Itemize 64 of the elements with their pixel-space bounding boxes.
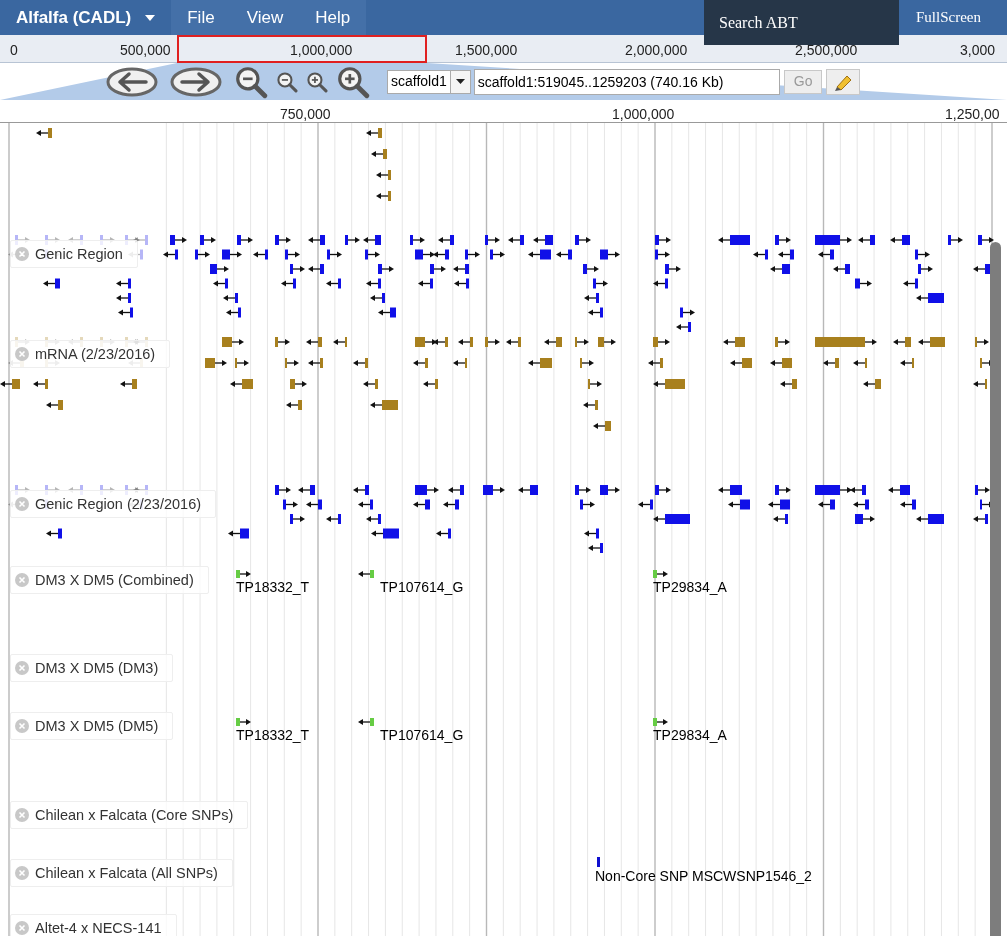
caret-icon	[145, 14, 156, 21]
feature-label: TP107614_G	[380, 578, 464, 596]
feature-label: TP18332_T	[236, 726, 310, 744]
track-label[interactable]: mRNA (2/23/2016)	[10, 340, 171, 368]
ruler-tick-label: 500,000	[120, 41, 171, 60]
menu-item[interactable]: File	[171, 0, 231, 35]
close-icon[interactable]	[15, 719, 29, 733]
highlight-button[interactable]	[826, 68, 861, 95]
ruler-tick-label: 1,250,00	[945, 105, 1000, 124]
zoom-in-icon[interactable]	[336, 64, 370, 99]
ruler-tick-label: 1,500,000	[455, 41, 518, 60]
close-icon[interactable]	[15, 347, 29, 361]
ruler-tick-label: 750,000	[280, 105, 331, 124]
zoom-out-icon[interactable]	[276, 70, 298, 93]
track-name: Genic Region	[35, 245, 123, 264]
track-label[interactable]: DM3 X DM5 (Combined)	[10, 566, 209, 594]
close-icon[interactable]	[15, 573, 29, 587]
close-icon[interactable]	[15, 866, 29, 880]
feature-label: Non-Core SNP MSCWSNP1546_2	[595, 867, 812, 885]
pan-left-button[interactable]	[106, 66, 158, 97]
ruler-tick-label: 1,000,000	[612, 105, 675, 124]
ruler-tick-label: 1,000,000	[290, 41, 353, 60]
track-name: DM3 X DM5 (Combined)	[35, 571, 194, 590]
feature-label: TP29834_A	[653, 726, 727, 744]
scrollbar[interactable]	[990, 242, 1001, 936]
ruler-tick-label: 3,000	[960, 41, 996, 60]
close-icon[interactable]	[15, 661, 29, 675]
zoom-out-icon[interactable]	[234, 64, 268, 99]
search-popup-label: Search ABT	[719, 12, 798, 33]
track-label[interactable]: DM3 X DM5 (DM5)	[10, 712, 174, 740]
track-name: mRNA (2/23/2016)	[35, 345, 156, 364]
track-label[interactable]: Chilean x Falcata (All SNPs)	[10, 859, 233, 887]
reverse-marker-icon	[358, 570, 376, 578]
pan-right-button[interactable]	[170, 66, 222, 97]
menu-item[interactable]: View	[230, 0, 300, 35]
track-name: DM3 X DM5 (DM3)	[35, 659, 159, 678]
ruler-tick-label: 0	[10, 41, 18, 60]
track-name: Chilean x Falcata (Core SNPs)	[35, 806, 234, 825]
reference-select[interactable]: scaffold1	[387, 69, 471, 94]
search-popup[interactable]: Search ABT	[704, 0, 899, 45]
caret-icon	[455, 79, 465, 84]
track-name: Genic Region (2/23/2016)	[35, 495, 202, 514]
track-label[interactable]: Chilean x Falcata (Core SNPs)	[10, 801, 249, 829]
close-icon[interactable]	[15, 921, 29, 935]
track-label[interactable]: Genic Region	[10, 240, 138, 268]
ruler-tick-label: 2,000,000	[625, 41, 688, 60]
close-icon[interactable]	[15, 497, 29, 511]
feature-label: TP107614_G	[380, 726, 464, 744]
zoom-in-icon[interactable]	[306, 70, 328, 93]
reverse-marker-icon	[358, 718, 376, 726]
snp-marker-icon	[597, 857, 600, 867]
track-label[interactable]: Altet-4 x NECS-141	[10, 914, 177, 936]
track-label[interactable]: Genic Region (2/23/2016)	[10, 490, 217, 518]
menu-item[interactable]: Help	[299, 0, 367, 35]
close-icon[interactable]	[15, 247, 29, 261]
location-field[interactable]: scaffold1:519045..1259203 (740.16 Kb)	[473, 68, 780, 95]
track-name: Altet-4 x NECS-141	[35, 919, 162, 936]
track-name: Chilean x Falcata (All SNPs)	[35, 864, 218, 883]
track-label[interactable]: DM3 X DM5 (DM3)	[10, 654, 174, 682]
close-icon[interactable]	[15, 808, 29, 822]
track-name: DM3 X DM5 (DM5)	[35, 717, 159, 736]
feature-label: TP18332_T	[236, 578, 310, 596]
fullscreen-button[interactable]: FullScreen	[916, 6, 981, 29]
feature-label: TP29834_A	[653, 578, 727, 596]
